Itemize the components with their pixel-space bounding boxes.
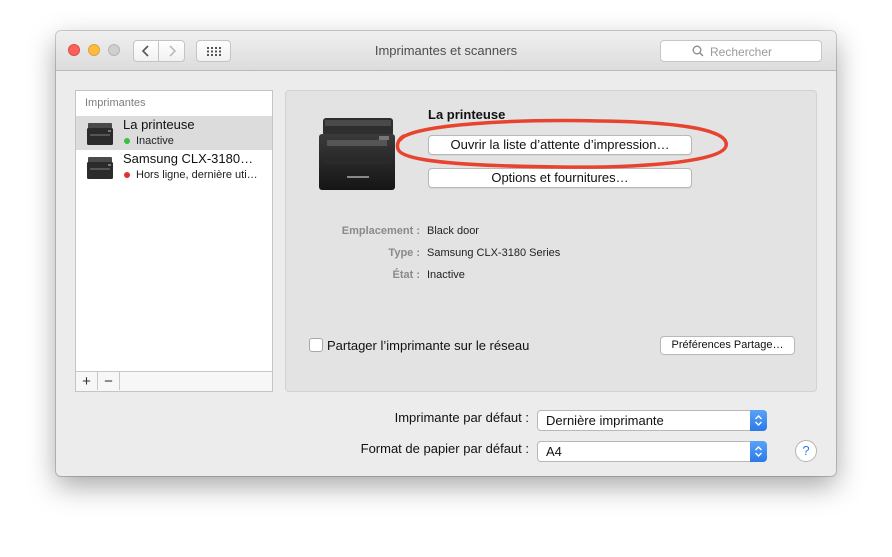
select-arrows-icon	[750, 441, 767, 462]
open-print-queue-button[interactable]: Ouvrir la liste d’attente d’impression…	[428, 135, 692, 155]
printer-status: Inactive	[136, 135, 174, 147]
printer-list-footer: + −	[76, 371, 272, 391]
printer-detail-panel: La printeuse Ouvrir la liste d’attente d…	[285, 90, 817, 392]
show-all-button[interactable]	[196, 40, 231, 62]
select-arrows-icon	[750, 410, 767, 431]
share-printer-label[interactable]: Partager l’imprimante sur le réseau	[327, 338, 529, 353]
default-printer-value: Dernière imprimante	[546, 413, 664, 428]
location-value: Black door	[427, 225, 479, 237]
printer-list: Imprimantes La printeuse Inactive Samsun…	[75, 90, 273, 392]
search-placeholder: Rechercher	[710, 45, 773, 59]
chevron-left-icon	[142, 45, 149, 57]
state-label: État :	[392, 269, 421, 281]
search-field[interactable]: Rechercher	[660, 40, 822, 62]
close-button[interactable]	[68, 44, 80, 56]
forward-button[interactable]	[159, 40, 185, 62]
printer-icon	[87, 157, 113, 179]
printer-icon	[87, 123, 113, 145]
sharing-preferences-button[interactable]: Préférences Partage…	[660, 336, 795, 355]
default-printer-label: Imprimante par défaut :	[394, 410, 529, 425]
share-printer-checkbox[interactable]	[309, 338, 323, 352]
printer-title: La printeuse	[428, 107, 506, 122]
search-icon	[692, 45, 704, 57]
default-paper-label: Format de papier par défaut :	[360, 441, 529, 456]
location-label: Emplacement :	[341, 225, 420, 237]
printer-row-samsung[interactable]: Samsung CLX-3180… Hors ligne, dernière u…	[76, 150, 272, 184]
printer-image	[319, 118, 395, 190]
navigation-buttons	[133, 40, 187, 62]
type-value: Samsung CLX-3180 Series	[427, 247, 561, 259]
title-bar: Imprimantes et scanners Rechercher	[56, 31, 836, 71]
status-dot	[124, 172, 130, 178]
zoom-button[interactable]	[108, 44, 120, 56]
printer-name: Samsung CLX-3180…	[123, 151, 254, 166]
printer-name: La printeuse	[123, 117, 195, 132]
options-supplies-button[interactable]: Options et fournitures…	[428, 168, 692, 188]
default-paper-select[interactable]: A4	[537, 441, 767, 462]
printer-row-la-printeuse[interactable]: La printeuse Inactive	[76, 116, 272, 150]
window-title: Imprimantes et scanners	[374, 43, 518, 58]
minimize-button[interactable]	[88, 44, 100, 56]
printer-status: Hors ligne, dernière uti…	[136, 169, 258, 181]
type-label: Type :	[388, 247, 420, 259]
add-printer-button[interactable]: +	[76, 372, 98, 390]
status-dot	[124, 138, 130, 144]
state-value: Inactive	[427, 269, 465, 281]
chevron-right-icon	[168, 45, 176, 57]
help-button[interactable]: ?	[795, 440, 817, 462]
grid-icon	[207, 47, 221, 56]
remove-printer-button[interactable]: −	[98, 372, 120, 390]
default-paper-value: A4	[546, 444, 562, 459]
printer-list-header: Imprimantes	[85, 97, 146, 109]
back-button[interactable]	[133, 40, 159, 62]
printers-scanners-window: Imprimantes et scanners Rechercher Impri…	[56, 31, 836, 476]
default-printer-select[interactable]: Dernière imprimante	[537, 410, 767, 431]
